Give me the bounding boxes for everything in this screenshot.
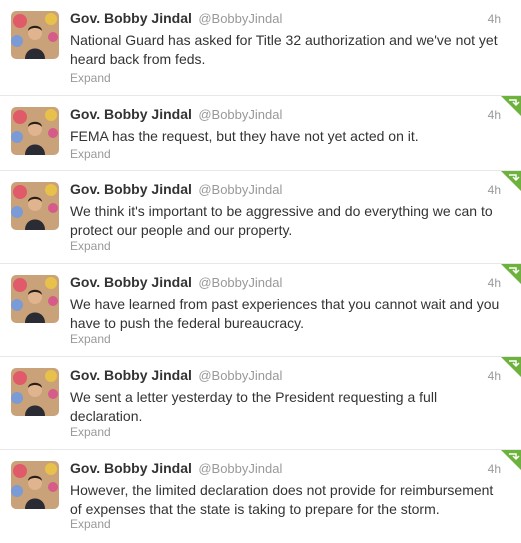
author-handle[interactable]: @BobbyJindal xyxy=(198,461,282,476)
tweet-text: We think it's important to be aggressive… xyxy=(70,202,510,240)
tweet-item[interactable]: Gov. Bobby Jindal @BobbyJindal 4h Howeve… xyxy=(0,450,521,543)
tweet-text-line: National Guard has asked for Title 32 au… xyxy=(70,32,498,48)
tweet-text: However, the limited declaration does no… xyxy=(70,481,510,519)
retweet-corner-icon xyxy=(501,264,521,284)
author-handle[interactable]: @BobbyJindal xyxy=(198,368,282,383)
avatar[interactable] xyxy=(11,368,59,416)
tweet-text-line: heard back from feds. xyxy=(70,51,206,67)
retweet-corner-icon xyxy=(501,450,521,470)
avatar[interactable] xyxy=(11,107,59,155)
tweet-timestamp[interactable]: 4h xyxy=(488,276,501,290)
author-handle[interactable]: @BobbyJindal xyxy=(198,182,282,197)
tweet-text: National Guard has asked for Title 32 au… xyxy=(70,31,510,69)
tweet-text-line: of expenses that the state is taking to … xyxy=(70,501,440,517)
expand-link[interactable]: Expand xyxy=(70,425,111,439)
tweet-timestamp[interactable]: 4h xyxy=(488,369,501,383)
tweet-item[interactable]: Gov. Bobby Jindal @BobbyJindal 4h We thi… xyxy=(0,171,521,264)
author-name[interactable]: Gov. Bobby Jindal xyxy=(70,181,192,197)
expand-link[interactable]: Expand xyxy=(70,332,111,346)
tweet-text-line: We have learned from past experiences th… xyxy=(70,296,500,312)
tweet-text-line: FEMA has the request, but they have not … xyxy=(70,128,419,144)
avatar[interactable] xyxy=(11,275,59,323)
tweet-item[interactable]: Gov. Bobby Jindal @BobbyJindal 4h We sen… xyxy=(0,357,521,450)
author-name[interactable]: Gov. Bobby Jindal xyxy=(70,10,192,26)
tweet-text-line: have to push the federal bureaucracy. xyxy=(70,315,305,331)
expand-link[interactable]: Expand xyxy=(70,239,111,253)
author-handle[interactable]: @BobbyJindal xyxy=(198,107,282,122)
author-name[interactable]: Gov. Bobby Jindal xyxy=(70,274,192,290)
tweet-timestamp[interactable]: 4h xyxy=(488,108,501,122)
tweet-text: FEMA has the request, but they have not … xyxy=(70,127,510,146)
tweet-text-line: We think it's important to be aggressive… xyxy=(70,203,493,219)
author-name[interactable]: Gov. Bobby Jindal xyxy=(70,460,192,476)
author-handle[interactable]: @BobbyJindal xyxy=(198,275,282,290)
tweet-timestamp[interactable]: 4h xyxy=(488,462,501,476)
avatar[interactable] xyxy=(11,182,59,230)
tweet-text-line: We sent a letter yesterday to the Presid… xyxy=(70,389,438,405)
tweet-timestamp[interactable]: 4h xyxy=(488,183,501,197)
tweet-text: We have learned from past experiences th… xyxy=(70,295,510,333)
retweet-corner-icon xyxy=(501,171,521,191)
expand-link[interactable]: Expand xyxy=(70,147,111,161)
tweet-text-line: declaration. xyxy=(70,408,143,424)
expand-link[interactable]: Expand xyxy=(70,517,111,531)
expand-link[interactable]: Expand xyxy=(70,71,111,85)
author-name[interactable]: Gov. Bobby Jindal xyxy=(70,106,192,122)
tweet-timeline: Gov. Bobby Jindal @BobbyJindal 4h Nation… xyxy=(0,0,521,543)
avatar[interactable] xyxy=(11,11,59,59)
tweet-text-line: However, the limited declaration does no… xyxy=(70,482,494,498)
tweet-item[interactable]: Gov. Bobby Jindal @BobbyJindal 4h We hav… xyxy=(0,264,521,357)
tweet-item[interactable]: Gov. Bobby Jindal @BobbyJindal 4h FEMA h… xyxy=(0,96,521,171)
tweet-timestamp[interactable]: 4h xyxy=(488,12,501,26)
tweet-item[interactable]: Gov. Bobby Jindal @BobbyJindal 4h Nation… xyxy=(0,0,521,96)
author-name[interactable]: Gov. Bobby Jindal xyxy=(70,367,192,383)
retweet-corner-icon xyxy=(501,96,521,116)
avatar[interactable] xyxy=(11,461,59,509)
tweet-text-line: protect our people and our property. xyxy=(70,222,293,238)
retweet-corner-icon xyxy=(501,357,521,377)
author-handle[interactable]: @BobbyJindal xyxy=(198,11,282,26)
tweet-text: We sent a letter yesterday to the Presid… xyxy=(70,388,510,426)
